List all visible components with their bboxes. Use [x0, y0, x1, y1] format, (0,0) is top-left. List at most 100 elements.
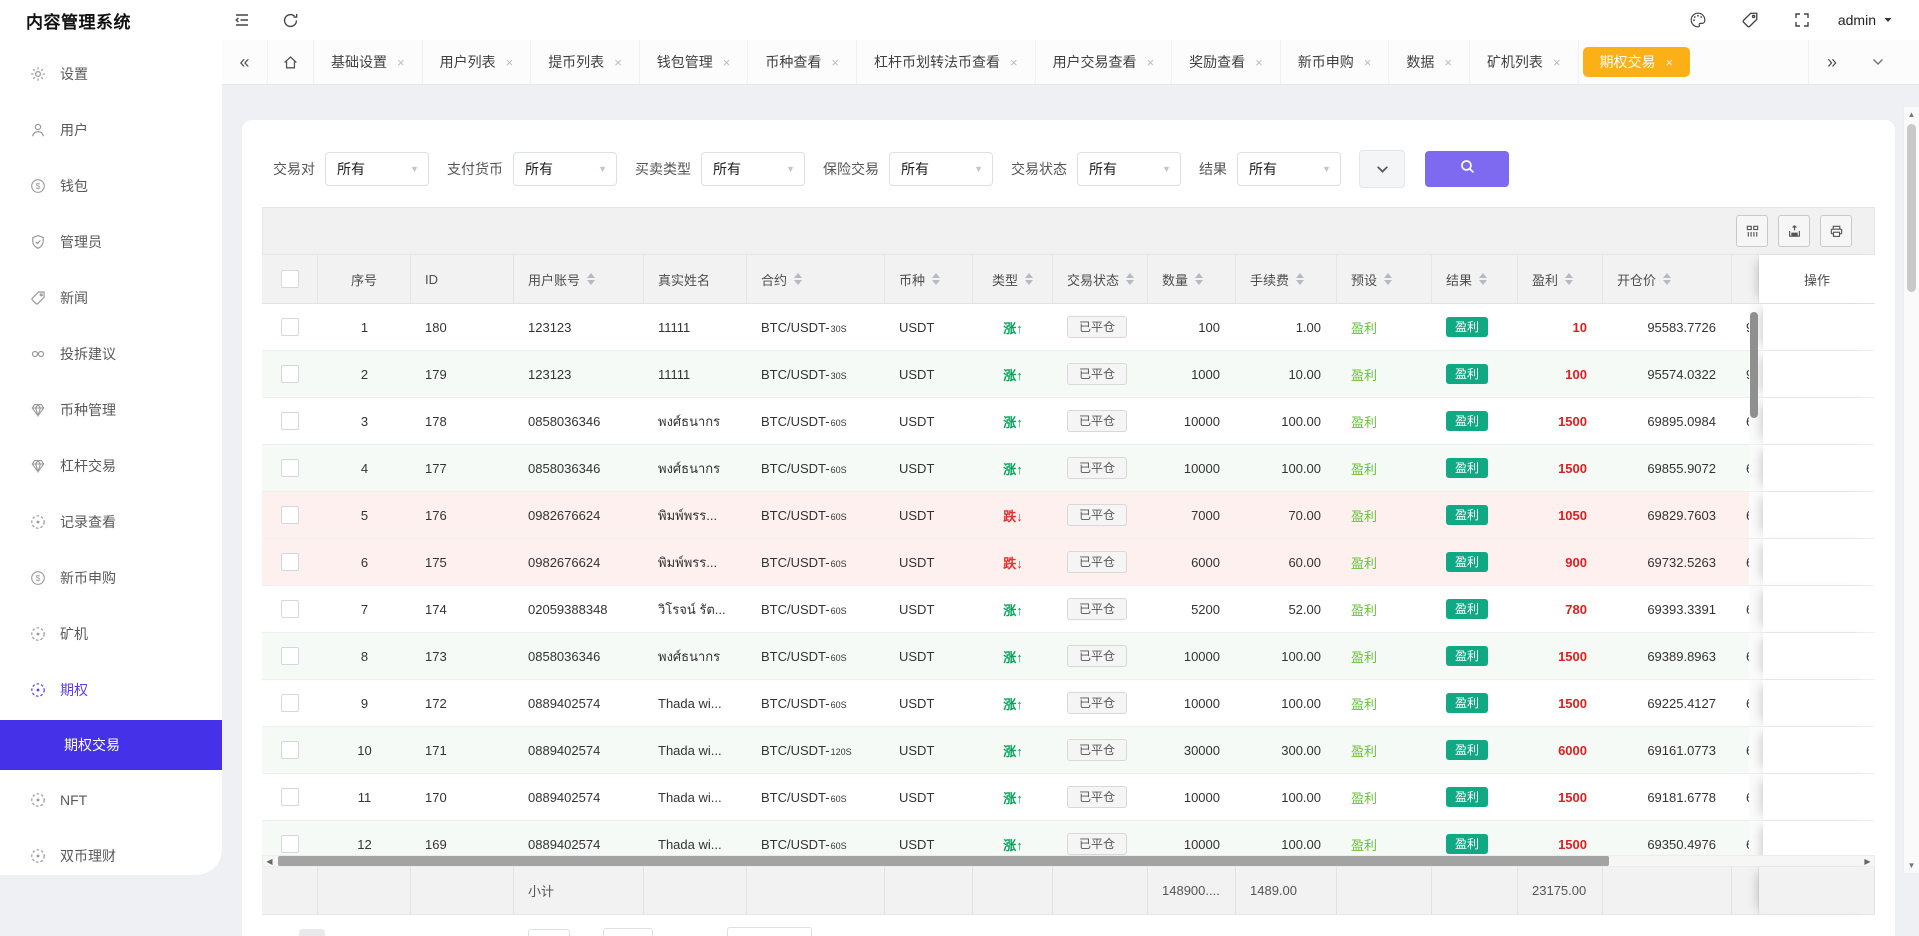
- fullscreen-icon[interactable]: [1786, 4, 1818, 36]
- hscroll-thumb[interactable]: [278, 856, 1609, 866]
- tab-用户列表[interactable]: 用户列表×: [423, 40, 532, 84]
- column-header-盈利[interactable]: 盈利: [1518, 255, 1603, 303]
- sidebar-item-双币理财[interactable]: 双币理财: [0, 828, 222, 884]
- row-checkbox[interactable]: [281, 694, 299, 712]
- row-checkbox[interactable]: [281, 318, 299, 336]
- page-button-1[interactable]: 1: [299, 929, 325, 936]
- column-header-开仓价[interactable]: 开仓价: [1603, 255, 1732, 303]
- row-checkbox[interactable]: [281, 553, 299, 571]
- tab-close-icon[interactable]: ×: [723, 55, 731, 70]
- print-icon[interactable]: [1820, 215, 1852, 247]
- sidebar-item-记录查看[interactable]: 记录查看: [0, 494, 222, 550]
- row-checkbox[interactable]: [281, 506, 299, 524]
- sort-icon[interactable]: [794, 273, 802, 285]
- tab-币种查看[interactable]: 币种查看×: [748, 40, 857, 84]
- column-header-手续费[interactable]: 手续费: [1236, 255, 1337, 303]
- sort-icon[interactable]: [1126, 273, 1134, 285]
- tab-close-icon[interactable]: ×: [1010, 55, 1018, 70]
- tabs-scroll-right-icon[interactable]: »: [1809, 40, 1855, 84]
- column-header-数量[interactable]: 数量: [1148, 255, 1236, 303]
- filter-select-支付货币[interactable]: 所有▼: [513, 152, 617, 186]
- column-header-类型[interactable]: 类型: [973, 255, 1053, 303]
- sort-icon[interactable]: [1195, 273, 1203, 285]
- sidebar-item-期权[interactable]: 期权: [0, 662, 222, 718]
- sidebar-item-投拆建议[interactable]: 投拆建议: [0, 326, 222, 382]
- sidebar-item-新闻[interactable]: 新闻: [0, 270, 222, 326]
- sort-icon[interactable]: [587, 273, 595, 285]
- tab-close-icon[interactable]: ×: [1553, 55, 1561, 70]
- sidebar-submenu-期权交易[interactable]: 期权交易: [0, 720, 222, 770]
- row-checkbox[interactable]: [281, 835, 299, 853]
- column-header-交易状态[interactable]: 交易状态: [1053, 255, 1148, 303]
- tab-期权交易[interactable]: 期权交易×: [1583, 47, 1691, 77]
- scroll-up-arrow-icon[interactable]: ▲: [1904, 107, 1919, 122]
- tab-杠杆币划转法币查看[interactable]: 杠杆币划转法币查看×: [857, 40, 1036, 84]
- page-button-2[interactable]: 2: [335, 929, 361, 936]
- tab-新币申购[interactable]: 新币申购×: [1281, 40, 1390, 84]
- sidebar-item-NFT[interactable]: NFT: [0, 772, 222, 828]
- row-checkbox[interactable]: [281, 365, 299, 383]
- sidebar-item-钱包[interactable]: $钱包: [0, 158, 222, 214]
- sort-icon[interactable]: [1296, 273, 1304, 285]
- tab-奖励查看[interactable]: 奖励查看×: [1172, 40, 1281, 84]
- filter-select-买卖类型[interactable]: 所有▼: [701, 152, 805, 186]
- tab-close-icon[interactable]: ×: [614, 55, 622, 70]
- tab-close-icon[interactable]: ×: [831, 55, 839, 70]
- sidebar-item-矿机[interactable]: 矿机: [0, 606, 222, 662]
- filter-select-交易对[interactable]: 所有▼: [325, 152, 429, 186]
- page-button-9[interactable]: 9: [428, 929, 454, 936]
- goto-confirm-button[interactable]: 确定: [603, 928, 653, 936]
- refresh-icon[interactable]: [274, 4, 306, 36]
- scroll-down-arrow-icon[interactable]: ▼: [1904, 858, 1919, 873]
- tab-数据[interactable]: 数据×: [1389, 40, 1470, 84]
- column-header-合约[interactable]: 合约: [747, 255, 885, 303]
- row-checkbox[interactable]: [281, 459, 299, 477]
- sidebar-item-新币申购[interactable]: $新币申购: [0, 550, 222, 606]
- collapse-menu-icon[interactable]: [226, 4, 258, 36]
- page-size-select[interactable]: 20 条/页: [727, 927, 812, 936]
- row-checkbox[interactable]: [281, 741, 299, 759]
- tab-用户交易查看[interactable]: 用户交易查看×: [1036, 40, 1173, 84]
- table-vertical-scrollbar[interactable]: [1750, 312, 1758, 418]
- tab-close-icon[interactable]: ×: [1255, 55, 1263, 70]
- sidebar-item-管理员[interactable]: 管理员: [0, 214, 222, 270]
- home-tab-icon[interactable]: [268, 40, 314, 84]
- sort-icon[interactable]: [1384, 273, 1392, 285]
- row-checkbox[interactable]: [281, 788, 299, 806]
- page-button-3[interactable]: 3: [371, 929, 397, 936]
- sort-icon[interactable]: [1565, 273, 1573, 285]
- tab-钱包管理[interactable]: 钱包管理×: [640, 40, 749, 84]
- sort-icon[interactable]: [932, 273, 940, 285]
- tab-提币列表[interactable]: 提币列表×: [531, 40, 640, 84]
- tab-close-icon[interactable]: ×: [1666, 55, 1674, 70]
- sidebar-item-设置[interactable]: 设置: [0, 46, 222, 102]
- filter-select-结果[interactable]: 所有▼: [1237, 152, 1341, 186]
- column-header-币种[interactable]: 币种: [885, 255, 973, 303]
- sidebar-item-杠杆交易[interactable]: 杠杆交易: [0, 438, 222, 494]
- row-checkbox[interactable]: [281, 412, 299, 430]
- tab-矿机列表[interactable]: 矿机列表×: [1470, 40, 1579, 84]
- theme-palette-icon[interactable]: [1682, 4, 1714, 36]
- sidebar-item-币种管理[interactable]: 币种管理: [0, 382, 222, 438]
- tab-close-icon[interactable]: ×: [397, 55, 405, 70]
- column-header-预设[interactable]: 预设: [1337, 255, 1432, 303]
- column-header-用户账号[interactable]: 用户账号: [514, 255, 644, 303]
- filter-select-交易状态[interactable]: 所有▼: [1077, 152, 1181, 186]
- hscroll-track[interactable]: [276, 856, 1861, 866]
- sort-icon[interactable]: [1663, 273, 1671, 285]
- filter-expand-button[interactable]: [1359, 150, 1405, 188]
- sort-icon[interactable]: [1479, 273, 1487, 285]
- page-scrollbar[interactable]: ▲ ▼: [1903, 107, 1919, 873]
- tab-close-icon[interactable]: ×: [1444, 55, 1452, 70]
- filter-select-保险交易[interactable]: 所有▼: [889, 152, 993, 186]
- tab-close-icon[interactable]: ×: [1364, 55, 1372, 70]
- row-checkbox[interactable]: [281, 647, 299, 665]
- tab-close-icon[interactable]: ×: [506, 55, 514, 70]
- search-button[interactable]: [1425, 151, 1509, 187]
- tag-icon[interactable]: [1734, 4, 1766, 36]
- user-menu[interactable]: admin: [1838, 12, 1893, 28]
- columns-icon[interactable]: [1736, 215, 1768, 247]
- row-checkbox[interactable]: [281, 600, 299, 618]
- tab-基础设置[interactable]: 基础设置×: [314, 40, 423, 84]
- tab-close-icon[interactable]: ×: [1147, 55, 1155, 70]
